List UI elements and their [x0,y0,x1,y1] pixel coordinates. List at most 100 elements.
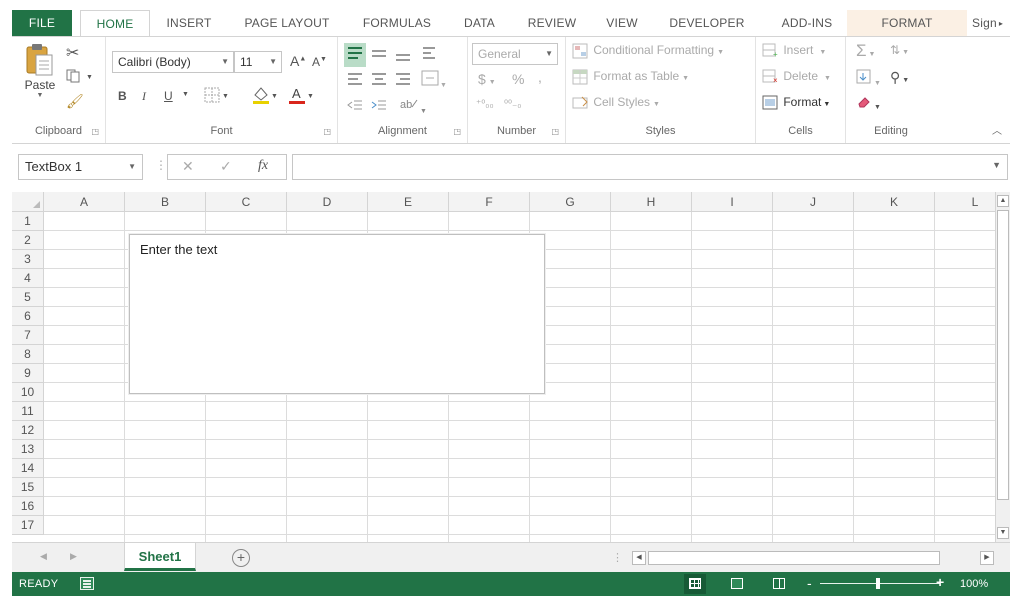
find-select-icon[interactable]: ⚲ ▼ [890,69,909,86]
orientation-icon[interactable] [420,43,440,66]
column-header-j[interactable]: J [773,192,854,212]
row-header-10[interactable]: 10 [12,383,44,402]
font-name-select[interactable]: Calibri (Body) ▼ [112,51,234,73]
horizontal-scrollbar[interactable]: ◀ ▶ [632,550,994,566]
currency-button[interactable]: $ ▼ [478,71,496,87]
align-right-icon[interactable] [394,71,412,90]
align-center-icon[interactable] [370,71,388,90]
column-header-c[interactable]: C [206,192,287,212]
increase-decimal-icon[interactable]: ⁺⁰₀₀ [476,99,494,110]
name-box[interactable]: TextBox 1 ▼ [18,154,143,180]
grow-font-button[interactable]: A▲ [290,53,306,69]
normal-view-button[interactable] [684,574,706,594]
fill-color-button[interactable]: ▼ [252,85,278,105]
row-header-11[interactable]: 11 [12,402,44,421]
font-size-select[interactable]: 11 ▼ [234,51,282,73]
expand-formula-bar-icon[interactable]: ▼ [992,160,1001,170]
zoom-slider[interactable] [820,583,940,584]
number-format-select[interactable]: General ▼ [472,43,558,65]
insert-function-icon[interactable]: fx [258,158,268,174]
shrink-font-button[interactable]: A▼ [312,55,327,69]
tab-formulas[interactable]: FORMULAS [352,10,442,36]
column-header-g[interactable]: G [530,192,611,212]
decrease-decimal-icon[interactable]: ⁰⁰₋₀ [504,99,521,110]
increase-indent-icon[interactable] [370,97,388,116]
row-header-1[interactable]: 1 [12,212,44,231]
middle-align-icon[interactable] [370,45,388,66]
macro-record-icon[interactable] [80,577,94,590]
row-header-6[interactable]: 6 [12,307,44,326]
column-header-f[interactable]: F [449,192,530,212]
zoom-slider-thumb[interactable] [876,578,880,589]
column-header-e[interactable]: E [368,192,449,212]
column-header-l[interactable]: L [935,192,995,212]
align-left-icon[interactable] [346,71,364,90]
column-header-h[interactable]: H [611,192,692,212]
comma-button[interactable]: , [538,69,542,85]
zoom-out-button[interactable]: - [807,576,812,590]
tab-page-layout[interactable]: PAGE LAYOUT [232,10,342,36]
sheet-splitter-icon[interactable]: ⋮ [612,551,623,564]
column-header-i[interactable]: I [692,192,773,212]
scroll-left-icon[interactable]: ◀ [632,551,646,565]
tab-view[interactable]: VIEW [597,10,647,36]
row-header-13[interactable]: 13 [12,440,44,459]
bold-button[interactable]: B [118,89,127,103]
row-header-16[interactable]: 16 [12,497,44,516]
row-header-2[interactable]: 2 [12,231,44,250]
format-cells-button[interactable]: Format ▼ [762,95,830,111]
decrease-indent-icon[interactable] [346,97,364,116]
fill-icon[interactable]: ▼ [856,69,881,88]
column-header-d[interactable]: D [287,192,368,212]
bottom-align-icon[interactable] [394,45,412,66]
wrap-orientation-icon[interactable]: ab ▼ [398,95,427,116]
zoom-level[interactable]: 100% [960,578,988,590]
tab-file[interactable]: FILE [12,10,72,36]
row-header-9[interactable]: 9 [12,364,44,383]
number-launcher-icon[interactable]: ◳ [551,127,559,136]
merge-center-icon[interactable]: ▼ [420,69,447,90]
insert-cells-button[interactable]: + Insert ▼ [762,43,826,59]
next-sheet-icon[interactable]: ▶ [70,551,77,562]
text-box-shape[interactable]: Enter the text [129,234,545,394]
underline-dropdown-icon[interactable]: ▼ [182,91,189,98]
collapse-ribbon-icon[interactable]: ︿ [992,122,1002,137]
column-header-b[interactable]: B [125,192,206,212]
tab-developer[interactable]: DEVELOPER [657,10,757,36]
format-as-table-button[interactable]: Format as Table ▼ [572,69,689,85]
sort-filter-icon[interactable]: ⇅ ▼ [890,43,909,57]
paste-button[interactable]: Paste ▼ [20,43,60,109]
page-break-view-button[interactable] [768,574,790,594]
sheet-tab-sheet1[interactable]: Sheet1 [124,543,196,571]
add-sheet-button[interactable]: + [232,549,250,567]
scroll-right-icon[interactable]: ▶ [980,551,994,565]
delete-cells-button[interactable]: × Delete ▼ [762,69,831,85]
cut-icon[interactable]: ✂ [66,43,79,63]
row-header-4[interactable]: 4 [12,269,44,288]
enter-icon[interactable]: ✓ [220,158,232,175]
horizontal-scroll-thumb[interactable] [648,551,940,565]
row-header-5[interactable]: 5 [12,288,44,307]
prev-sheet-icon[interactable]: ◀ [40,551,47,562]
top-align-button[interactable] [344,43,366,67]
underline-button[interactable]: U [164,89,173,103]
row-header-8[interactable]: 8 [12,345,44,364]
alignment-launcher-icon[interactable]: ◳ [453,127,461,136]
signin-link[interactable]: Sign ▸ [972,10,1010,36]
formula-input[interactable]: ▼ [292,154,1008,180]
clear-icon[interactable]: ▼ [856,95,881,112]
row-header-17[interactable]: 17 [12,516,44,535]
row-header-3[interactable]: 3 [12,250,44,269]
vertical-scroll-thumb[interactable] [997,210,1009,500]
scroll-up-icon[interactable]: ▲ [997,195,1009,207]
scroll-down-icon[interactable]: ▼ [997,527,1009,539]
percent-button[interactable]: % [512,71,524,87]
row-header-14[interactable]: 14 [12,459,44,478]
font-color-button[interactable]: A ▼ [288,85,314,105]
tab-review[interactable]: REVIEW [517,10,587,36]
autosum-icon[interactable]: Σ ▼ [856,41,875,61]
copy-icon[interactable]: ▼ [66,68,93,83]
cell-styles-button[interactable]: Cell Styles ▼ [572,95,660,111]
tab-home[interactable]: HOME [80,10,150,37]
tab-format[interactable]: FORMAT [847,10,967,36]
